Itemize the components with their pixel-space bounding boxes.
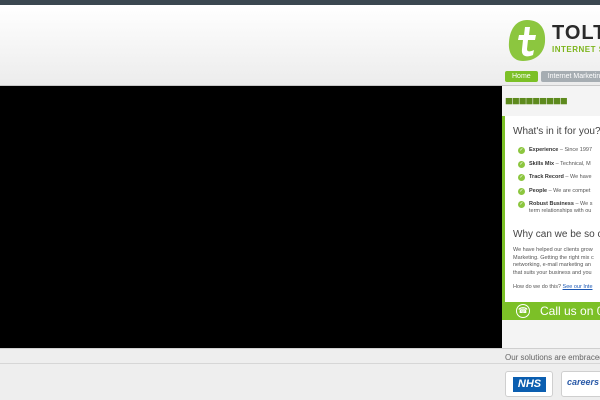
why-title: Why can we be so c	[513, 229, 600, 240]
logo-tagline: INTERNET SO	[552, 45, 600, 54]
list-item: ✓ Experience – Since 1997	[518, 147, 592, 154]
footer: Our solutions are embraced NHS careers	[0, 348, 600, 400]
check-icon: ✓	[518, 201, 525, 208]
benefits-panel: What's in it for you? ✓ Experience – Sin…	[502, 116, 600, 302]
intro-paragraph: We have helped our clients grow Marketin…	[513, 247, 594, 276]
internet-marketing-link[interactable]: See our Inte	[563, 284, 593, 290]
check-icon: ✓	[518, 160, 525, 168]
site-logo[interactable]: TOLT INTERNET SO	[505, 18, 600, 66]
list-item: ✓ Robust Business – We s term relationsh…	[518, 201, 593, 214]
list-item: ✓ Skills Mix – Technical, M	[518, 160, 591, 168]
call-text: Call us on 0	[540, 304, 600, 318]
phone-icon: ☎	[516, 304, 530, 318]
benefits-list: ✓ Experience – Since 1997 ✓ Skills Mix –…	[518, 147, 592, 215]
main-nav: Home Internet Marketing	[505, 71, 600, 82]
how-line: How do we do this? See our Inte	[513, 284, 593, 290]
footer-text: Our solutions are embraced	[505, 353, 600, 362]
panel-title: What's in it for you?	[513, 126, 600, 137]
check-icon: ✓	[518, 187, 525, 195]
check-icon: ✓	[518, 147, 525, 154]
nhs-logo: NHS	[505, 371, 553, 397]
call-us-bar[interactable]: ☎ Call us on 0	[502, 302, 600, 320]
logo-leaf-icon	[508, 20, 546, 61]
list-item: ✓ Track Record – We have	[518, 174, 592, 181]
footer-divider	[0, 363, 600, 364]
check-icon: ✓	[518, 174, 525, 181]
nav-home[interactable]: Home	[505, 71, 538, 82]
careers-logo: careers	[561, 371, 600, 397]
sidebar-spacer	[502, 320, 600, 348]
nav-internet-marketing[interactable]: Internet Marketing	[540, 71, 600, 82]
logo-name: TOLT	[552, 22, 600, 44]
page-heading: ■■■■■■■■■	[502, 86, 600, 116]
site-header: TOLT INTERNET SO Home Internet Marketing	[0, 5, 600, 86]
list-item: ✓ People – We are compet	[518, 187, 591, 195]
hero-media	[0, 86, 502, 348]
